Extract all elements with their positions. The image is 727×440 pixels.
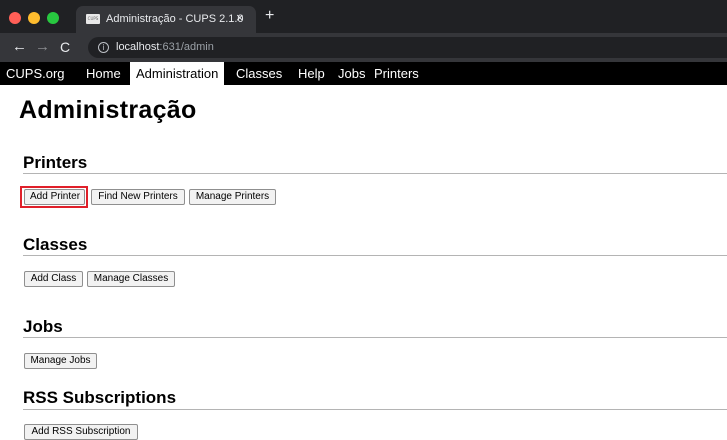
section-divider [23, 337, 727, 338]
section-title-printers: Printers [23, 153, 88, 172]
url-text: localhost:631/admin [116, 41, 214, 53]
nav-item-classes[interactable]: Classes [234, 62, 284, 85]
tab-close-icon[interactable]: × [236, 10, 244, 25]
back-icon[interactable]: ← [12, 39, 27, 55]
site-info-icon[interactable]: i [98, 42, 109, 53]
section-divider [23, 173, 727, 174]
section-title-jobs: Jobs [23, 317, 63, 336]
tab-title: Administração - CUPS 2.1.0 [106, 13, 244, 25]
manage-classes-button[interactable]: Manage Classes [87, 271, 175, 287]
cups-favicon-icon: CUPS [86, 14, 100, 24]
find-new-printers-button[interactable]: Find New Printers [91, 189, 185, 205]
add-class-button[interactable]: Add Class [24, 271, 83, 287]
address-bar: ← → C i localhost:631/admin [0, 33, 727, 62]
url-input[interactable]: i localhost:631/admin [88, 37, 727, 58]
nav-item-cups-org[interactable]: CUPS.org [4, 62, 67, 85]
highlight-box [20, 186, 88, 208]
nav-item-administration[interactable]: Administration [130, 62, 225, 85]
new-tab-icon[interactable]: + [265, 8, 274, 24]
section-title-rss-subscriptions: RSS Subscriptions [23, 388, 177, 407]
page-title: Administração [19, 96, 197, 124]
manage-jobs-button[interactable]: Manage Jobs [24, 353, 97, 369]
close-window-icon[interactable] [9, 12, 21, 24]
section-divider [23, 409, 727, 410]
minimize-window-icon[interactable] [28, 12, 40, 24]
nav-item-home[interactable]: Home [84, 62, 123, 85]
nav-item-jobs[interactable]: Jobs [336, 62, 367, 85]
nav-item-printers[interactable]: Printers [372, 62, 421, 85]
browser-tab-bar: CUPS Administração - CUPS 2.1.0 × + [0, 0, 727, 33]
browser-tab[interactable]: CUPS Administração - CUPS 2.1.0 × [76, 6, 256, 33]
nav-item-help[interactable]: Help [296, 62, 327, 85]
manage-printers-button[interactable]: Manage Printers [189, 189, 276, 205]
url-path: :631/admin [159, 41, 214, 53]
reload-icon[interactable]: C [60, 39, 70, 55]
cups-nav-bar: CUPS.org Home Administration Classes Hel… [0, 62, 727, 85]
url-host: localhost [116, 41, 160, 53]
forward-icon[interactable]: → [35, 39, 50, 55]
maximize-window-icon[interactable] [47, 12, 59, 24]
section-divider [23, 255, 727, 256]
section-title-classes: Classes [23, 235, 88, 254]
